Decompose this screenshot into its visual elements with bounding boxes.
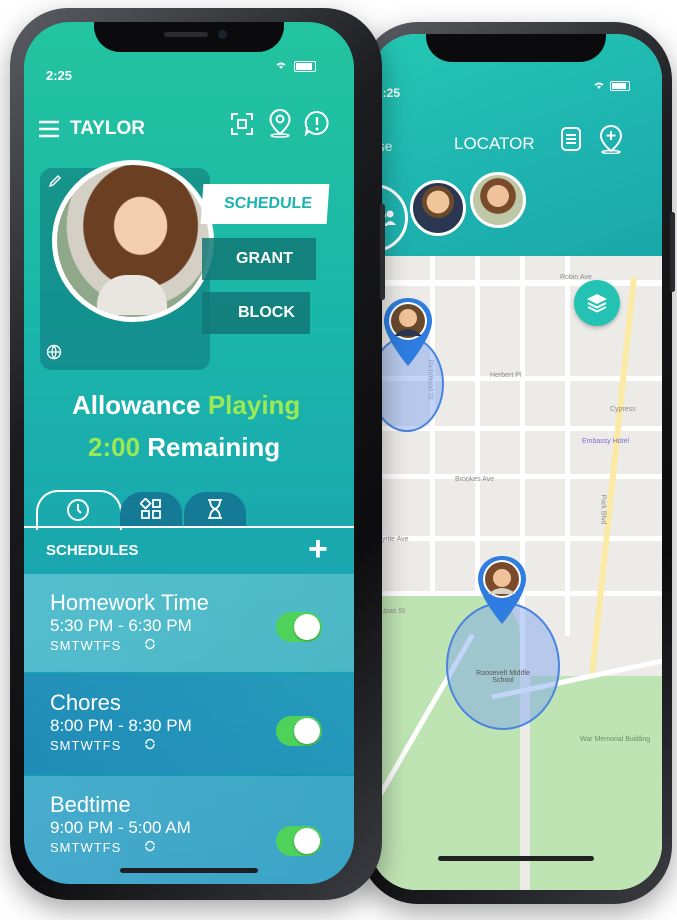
apps-icon [140, 498, 161, 519]
child-avatar[interactable] [52, 160, 214, 322]
tab-bar [24, 490, 354, 530]
schedule-days: SMTWTFS [50, 738, 122, 753]
add-schedule-button[interactable]: + [308, 530, 328, 569]
schedules-title: SCHEDULES [46, 542, 139, 559]
globe-icon[interactable] [46, 344, 62, 360]
schedule-time: 8:00 PM - 8:30 PM [50, 716, 192, 735]
location-icon[interactable] [268, 108, 292, 138]
schedule-title: Bedtime [50, 792, 131, 817]
profile-screen: 2:25 TAYLOR SCHEDULE GRANT BLOCK Allowan… [24, 22, 354, 884]
child-name[interactable]: TAYLOR [70, 118, 145, 140]
map-label-robin: Robin Ave [560, 274, 592, 281]
map-label-brookes: Brookes Ave [455, 476, 495, 483]
child-avatar-boy[interactable] [410, 180, 466, 236]
schedule-time: 9:00 PM - 5:00 AM [50, 818, 191, 837]
schedule-toggle[interactable] [276, 826, 322, 856]
map-view[interactable]: Robin Ave Herbert Pl Cypress Embassy Hot… [370, 256, 662, 890]
map-label-war-memorial: War Memorial Building [580, 736, 651, 743]
map-label-park-blvd: Park Blvd [599, 494, 607, 525]
remaining-label: Remaining [147, 432, 281, 462]
locator-header: 2:25 ose LOCATOR [370, 34, 662, 256]
schedule-toggle[interactable] [276, 612, 322, 642]
map-layers-button[interactable] [574, 280, 620, 326]
map-label-upas: Upas St [380, 608, 405, 615]
locator-screen: 2:25 ose LOCATOR [370, 34, 662, 890]
hourglass-icon [208, 499, 222, 519]
wifi-icon [276, 62, 286, 69]
clock-icon [67, 499, 89, 521]
locator-phone: 2:25 ose LOCATOR [360, 22, 675, 904]
tab-timer[interactable] [184, 492, 246, 526]
home-indicator [438, 856, 594, 861]
battery-icon [294, 61, 316, 72]
alert-icon[interactable] [304, 110, 330, 136]
location-pin-girl[interactable] [476, 554, 528, 626]
profile-phone: 2:25 TAYLOR SCHEDULE GRANT BLOCK Allowan… [10, 8, 385, 900]
notch [94, 22, 284, 52]
schedule-row[interactable]: Homework Time 5:30 PM - 6:30 PM SMTWTFS [24, 574, 354, 672]
locator-title: LOCATOR [454, 134, 535, 153]
allowance-status: Allowance Playing [72, 390, 300, 421]
power-button [670, 212, 675, 292]
list-icon[interactable] [560, 126, 582, 152]
schedule-button-label: SCHEDULE [223, 195, 313, 212]
allowance-state: Playing [207, 390, 301, 420]
home-indicator [120, 868, 258, 873]
repeat-icon [145, 738, 155, 750]
power-button [380, 204, 385, 300]
schedule-button[interactable]: SCHEDULE [200, 184, 330, 224]
repeat-icon [145, 638, 155, 650]
schedule-time: 5:30 PM - 6:30 PM [50, 616, 192, 635]
schedule-row[interactable]: Chores 8:00 PM - 8:30 PM SMTWTFS [24, 674, 354, 774]
repeat-icon [145, 840, 155, 852]
schedule-title: Homework Time [50, 590, 209, 615]
tab-apps[interactable] [120, 492, 182, 526]
allowance-remaining: 2:00 Remaining [88, 432, 280, 463]
allowance-label: Allowance [72, 390, 201, 420]
wifi-icon [594, 82, 604, 89]
map-label-herbert: Herbert Pl [490, 372, 522, 379]
location-pin-boy[interactable] [382, 296, 434, 368]
add-location-icon[interactable] [598, 124, 624, 154]
block-button[interactable]: BLOCK [202, 292, 310, 334]
schedule-toggle[interactable] [276, 716, 322, 746]
edit-icon[interactable] [48, 174, 62, 188]
notch [426, 34, 606, 62]
scan-icon[interactable] [230, 112, 254, 136]
map-label-roosevelt: Roosevelt Middle School [476, 670, 530, 684]
grant-button-label: GRANT [236, 250, 293, 267]
menu-icon[interactable] [38, 120, 60, 138]
block-button-label: BLOCK [238, 304, 295, 321]
schedule-title: Chores [50, 690, 121, 715]
grant-button[interactable]: GRANT [202, 238, 316, 280]
map-label-embassy: Embassy Hotel [582, 438, 630, 445]
map-label-cypress: Cypress [610, 406, 636, 413]
tab-divider [24, 526, 354, 528]
tab-schedules[interactable] [36, 490, 122, 530]
schedule-days: SMTWTFS [50, 638, 122, 653]
layers-icon [587, 294, 607, 313]
status-time: 2:25 [46, 68, 73, 83]
schedule-days: SMTWTFS [50, 840, 122, 855]
remaining-time: 2:00 [88, 432, 141, 462]
battery-icon [610, 81, 630, 91]
child-avatar-girl[interactable] [470, 172, 526, 228]
